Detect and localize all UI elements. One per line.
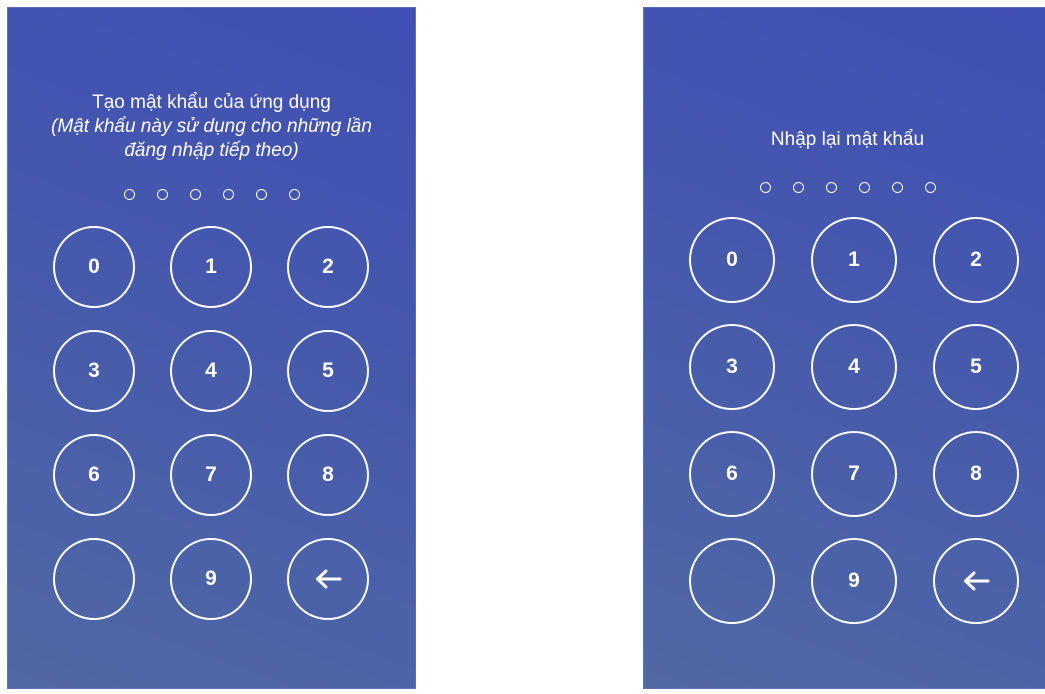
pin-dot xyxy=(891,182,903,193)
empty-key xyxy=(689,538,775,624)
pin-dot xyxy=(792,182,804,193)
pin-dot xyxy=(759,182,771,193)
backspace-icon xyxy=(962,570,990,592)
pin-dot xyxy=(924,182,936,193)
key-2[interactable]: 2 xyxy=(287,226,369,308)
key-9[interactable]: 9 xyxy=(811,538,897,624)
key-4[interactable]: 4 xyxy=(811,324,897,410)
key-4[interactable]: 4 xyxy=(170,330,252,412)
numeric-keypad: 0 1 2 3 4 5 6 7 8 9 xyxy=(689,217,1019,624)
key-7[interactable]: 7 xyxy=(811,431,897,517)
key-6[interactable]: 6 xyxy=(689,431,775,517)
key-0[interactable]: 0 xyxy=(689,217,775,303)
confirm-pin-screen: Nhập lại mật khẩu 0 1 2 3 4 5 6 7 8 9 xyxy=(643,7,1045,689)
create-pin-subtitle-line2: đăng nhập tiếp theo) xyxy=(124,140,299,161)
pin-dot xyxy=(123,189,135,200)
key-0[interactable]: 0 xyxy=(53,226,135,308)
key-8[interactable]: 8 xyxy=(933,431,1019,517)
pin-dot xyxy=(222,189,234,200)
key-3[interactable]: 3 xyxy=(689,324,775,410)
key-7[interactable]: 7 xyxy=(170,434,252,516)
key-5[interactable]: 5 xyxy=(933,324,1019,410)
create-pin-title: Tạo mật khẩu của ứng dụng (Mật khẩu này … xyxy=(8,91,415,163)
pin-dot xyxy=(858,182,870,193)
key-5[interactable]: 5 xyxy=(287,330,369,412)
pin-dot xyxy=(825,182,837,193)
backspace-icon xyxy=(314,568,342,590)
pin-dot xyxy=(255,189,267,200)
key-8[interactable]: 8 xyxy=(287,434,369,516)
key-3[interactable]: 3 xyxy=(53,330,135,412)
pin-dot xyxy=(288,189,300,200)
key-9[interactable]: 9 xyxy=(170,538,252,620)
pin-dot xyxy=(189,189,201,200)
key-6[interactable]: 6 xyxy=(53,434,135,516)
pin-indicator xyxy=(8,189,415,200)
confirm-pin-title-text: Nhập lại mật khẩu xyxy=(770,129,925,150)
backspace-button[interactable] xyxy=(933,538,1019,624)
create-pin-title-line1: Tạo mật khẩu của ứng dụng xyxy=(92,92,331,113)
backspace-button[interactable] xyxy=(287,538,369,620)
empty-key xyxy=(53,538,135,620)
key-1[interactable]: 1 xyxy=(811,217,897,303)
create-pin-screen: Tạo mật khẩu của ứng dụng (Mật khẩu này … xyxy=(7,7,416,689)
pin-indicator xyxy=(644,182,1045,193)
key-1[interactable]: 1 xyxy=(170,226,252,308)
create-pin-subtitle-line1: (Mật khẩu này sử dụng cho những lần xyxy=(51,116,372,137)
key-2[interactable]: 2 xyxy=(933,217,1019,303)
numeric-keypad: 0 1 2 3 4 5 6 7 8 9 xyxy=(53,226,369,620)
confirm-pin-title: Nhập lại mật khẩu xyxy=(644,128,1045,152)
pin-dot xyxy=(156,189,168,200)
